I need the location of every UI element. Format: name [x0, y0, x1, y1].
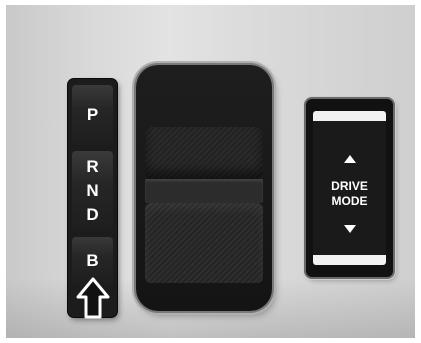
gear-d-label: D: [86, 205, 99, 224]
console-panel: P R N D B DRIVE MODE: [6, 5, 415, 338]
drive-mode-label-line2: MODE: [331, 194, 368, 208]
rocker-upper-paddle[interactable]: [145, 127, 263, 179]
drive-mode-label-line1: DRIVE: [331, 179, 368, 193]
triangle-down-icon: [343, 225, 356, 233]
drive-mode-button[interactable]: DRIVE MODE: [306, 99, 393, 277]
rocker-switch[interactable]: [145, 127, 263, 283]
arrow-up-outline-icon: [76, 277, 110, 319]
rocker-lower-paddle[interactable]: [145, 203, 263, 283]
rocker-switch-well: [136, 65, 272, 311]
drive-mode-label: DRIVE MODE: [313, 179, 386, 209]
gear-r-label: R: [86, 157, 99, 176]
gear-park-button[interactable]: P: [72, 85, 113, 145]
triangle-up-icon: [343, 155, 356, 163]
gear-n-label: N: [86, 181, 99, 200]
gear-rnd-button[interactable]: R N D: [72, 151, 113, 231]
gear-selector: P R N D B: [68, 79, 117, 319]
rocker-hinge: [145, 179, 263, 203]
drive-mode-face: DRIVE MODE: [313, 111, 386, 265]
